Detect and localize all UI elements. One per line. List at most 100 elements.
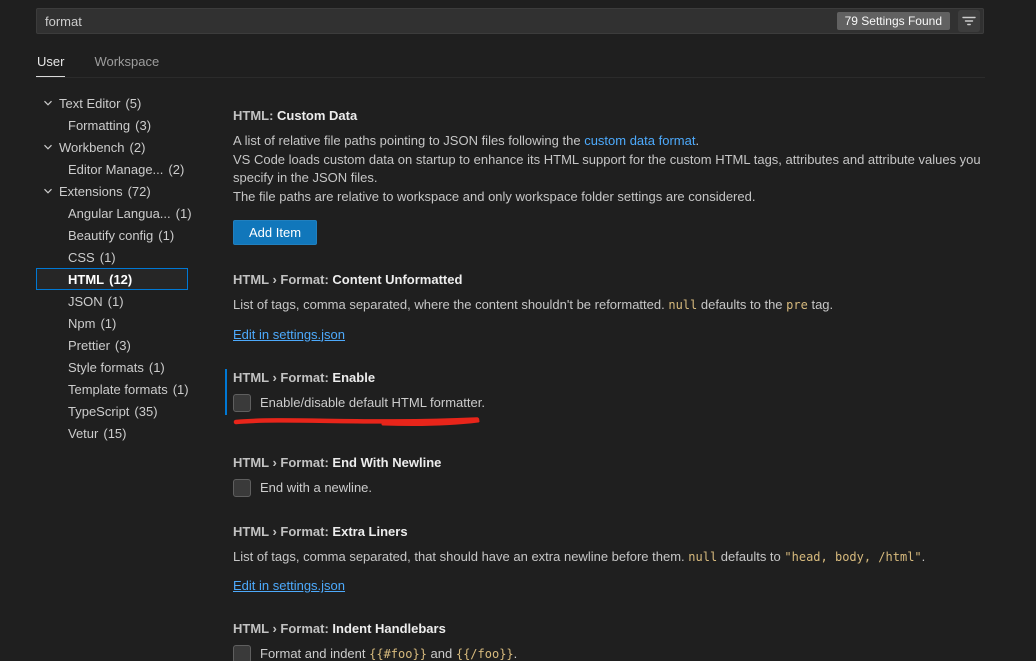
- setting-title: HTML › Format: Extra Liners: [233, 523, 989, 541]
- description-text: defaults to: [717, 549, 784, 564]
- tree-item-style-formats[interactable]: Style formats(1): [36, 356, 188, 378]
- setting-name: Custom Data: [277, 108, 357, 123]
- tab-workspace[interactable]: Workspace: [93, 48, 160, 77]
- setting-title: HTML › Format: Content Unformatted: [233, 271, 989, 289]
- tree-item-label: TypeScript: [68, 404, 129, 419]
- tree-item-label: CSS: [68, 250, 95, 265]
- description-text: and: [427, 646, 456, 661]
- setting-title: HTML › Format: Indent Handlebars: [233, 620, 989, 638]
- search-input[interactable]: [37, 9, 837, 33]
- tree-item-label: Angular Langua...: [68, 206, 171, 221]
- tree-item-label: Text Editor: [59, 96, 120, 111]
- setting-category: HTML › Format:: [233, 621, 332, 636]
- checkbox-label: Enable/disable default HTML formatter.: [260, 394, 485, 412]
- tree-item-count: (15): [103, 426, 126, 441]
- tree-item-angular-langua[interactable]: Angular Langua...(1): [36, 202, 188, 224]
- tree-item-label: Vetur: [68, 426, 98, 441]
- setting-title: HTML › Format: Enable: [233, 369, 989, 387]
- tree-item-count: (1): [100, 316, 116, 331]
- tree-item-label: Editor Manage...: [68, 162, 163, 177]
- edit-in-settings-json-link[interactable]: Edit in settings.json: [233, 327, 345, 343]
- tree-item-count: (2): [168, 162, 184, 177]
- chevron-down-icon: [42, 97, 56, 109]
- checkbox-enable[interactable]: [233, 394, 251, 412]
- checkbox-end-with-newline[interactable]: [233, 479, 251, 497]
- tree-item-text-editor[interactable]: Text Editor(5): [36, 92, 188, 114]
- description-text: .: [922, 549, 926, 564]
- setting-name: End With Newline: [332, 455, 441, 470]
- setting-category: HTML › Format:: [233, 455, 332, 470]
- tree-item-count: (1): [108, 294, 124, 309]
- tree-item-label: Style formats: [68, 360, 144, 375]
- modified-indicator: [225, 369, 227, 415]
- description-text: tag.: [808, 297, 833, 312]
- tree-item-beautify-config[interactable]: Beautify config (1): [36, 224, 188, 246]
- tree-item-label: Template formats: [68, 382, 168, 397]
- code-span: {{/foo}}: [456, 647, 514, 661]
- description-text: List of tags, comma separated, where the…: [233, 297, 668, 312]
- tree-item-npm[interactable]: Npm (1): [36, 312, 188, 334]
- setting-content-unformatted: HTML › Format: Content Unformatted List o…: [233, 271, 989, 343]
- tab-user[interactable]: User: [36, 48, 65, 77]
- code-span: "head, body, /html": [784, 550, 921, 564]
- tree-item-count: (2): [130, 140, 146, 155]
- tree-item-vetur[interactable]: Vetur (15): [36, 422, 188, 444]
- tree-item-label: Beautify config: [68, 228, 153, 243]
- tree-item-count: (1): [158, 228, 174, 243]
- tree-item-editor-manage[interactable]: Editor Manage... (2): [36, 158, 188, 180]
- filter-icon: [961, 13, 977, 29]
- setting-extra-liners: HTML › Format: Extra LinersList of tags,…: [233, 523, 989, 595]
- tree-item-count: (1): [173, 382, 189, 397]
- checkbox-label: Format and indent {{#foo}} and {{/foo}}.: [260, 645, 517, 661]
- checkbox-indent-handlebars[interactable]: [233, 645, 251, 661]
- setting-enable: HTML › Format: Enable Enable/disable defa…: [233, 369, 989, 428]
- setting-category: HTML › Format:: [233, 272, 332, 287]
- setting-title: HTML: Custom Data: [233, 107, 989, 125]
- tree-item-label: Extensions: [59, 184, 123, 199]
- tree-item-label: Npm: [68, 316, 95, 331]
- tree-item-extensions[interactable]: Extensions(72): [36, 180, 188, 202]
- description-text: End with a newline.: [260, 480, 372, 495]
- description-text: The file paths are relative to workspace…: [233, 189, 755, 204]
- chevron-down-icon: [42, 141, 56, 153]
- setting-name: Indent Handlebars: [332, 621, 445, 636]
- results-count-badge: 79 Settings Found: [837, 12, 950, 30]
- setting-name: Extra Liners: [332, 524, 407, 539]
- tree-item-label: HTML: [68, 272, 104, 287]
- setting-category: HTML › Format:: [233, 370, 332, 385]
- edit-in-settings-json-link[interactable]: Edit in settings.json: [233, 578, 345, 594]
- chevron-down-icon: [42, 185, 56, 197]
- tree-item-count: (3): [135, 118, 151, 133]
- tree-item-template-formats[interactable]: Template formats (1): [36, 378, 188, 400]
- add-item-button[interactable]: Add Item: [233, 220, 317, 245]
- tree-item-workbench[interactable]: Workbench(2): [36, 136, 188, 158]
- tree-item-count: (35): [134, 404, 157, 419]
- tree-item-css[interactable]: CSS (1): [36, 246, 188, 268]
- tree-item-typescript[interactable]: TypeScript (35): [36, 400, 188, 422]
- setting-description: List of tags, comma separated, where the…: [233, 296, 989, 315]
- description-link[interactable]: custom data format: [584, 133, 695, 148]
- code-span: pre: [786, 298, 808, 312]
- tree-item-count: (1): [100, 250, 116, 265]
- setting-category: HTML › Format:: [233, 524, 332, 539]
- tree-item-label: Prettier: [68, 338, 110, 353]
- setting-description: A list of relative file paths pointing t…: [233, 132, 989, 206]
- checkbox-row: Format and indent {{#foo}} and {{/foo}}.: [233, 645, 989, 661]
- setting-category: HTML:: [233, 108, 277, 123]
- filter-button[interactable]: [958, 10, 980, 32]
- tree-item-prettier[interactable]: Prettier (3): [36, 334, 188, 356]
- settings-search-bar: 79 Settings Found: [36, 8, 984, 34]
- settings-list: HTML: Custom Data A list of relative file…: [233, 107, 989, 661]
- checkbox-row: End with a newline.: [233, 479, 989, 497]
- checkbox-row: Enable/disable default HTML formatter.: [233, 394, 989, 412]
- tree-item-label: JSON: [68, 294, 103, 309]
- tree-item-count: (3): [115, 338, 131, 353]
- tree-item-count: (12): [109, 272, 132, 287]
- setting-end-with-newline: HTML › Format: End With Newline End with …: [233, 454, 989, 497]
- checkbox-label: End with a newline.: [260, 479, 372, 497]
- tree-item-formatting[interactable]: Formatting(3): [36, 114, 188, 136]
- setting-name: Enable: [332, 370, 375, 385]
- tree-item-json[interactable]: JSON (1): [36, 290, 188, 312]
- settings-tree: Text Editor(5)Formatting(3)Workbench(2)E…: [36, 92, 188, 444]
- tree-item-html[interactable]: HTML (12): [36, 268, 188, 290]
